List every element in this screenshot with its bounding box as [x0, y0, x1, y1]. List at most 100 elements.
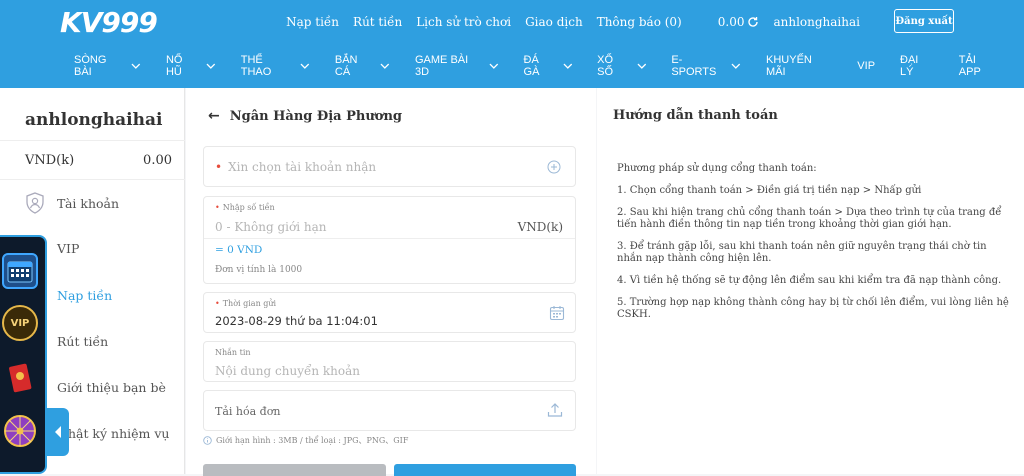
vip-badge-text: VIP [10, 317, 30, 329]
account-placeholder: Xin chọn tài khoản nhận [228, 160, 377, 174]
nav-item-6[interactable]: XỔ SỐ [597, 54, 646, 78]
sidebar-item-withdraw[interactable]: Rút tiền [57, 334, 108, 349]
note-input[interactable]: Nội dung chuyển khoản [215, 364, 360, 378]
deposit-time-field[interactable]: • Thời gian gửi 2023-08-29 thứ ba 11:04:0… [203, 292, 576, 333]
nav-item-label: KHUYẾN MÃI [766, 54, 812, 78]
receiving-account-select[interactable]: • Xin chọn tài khoản nhận [203, 146, 576, 187]
note-label: Nhắn tin [215, 348, 251, 357]
nav-item-3[interactable]: BẮN CÁ [335, 54, 390, 78]
nav-item-1[interactable]: NỔ HŨ [166, 54, 216, 78]
account-field: • Xin chọn tài khoản nhận [215, 160, 376, 174]
guide-step: 1. Chọn cổng thanh toán > Điền giá trị t… [617, 185, 922, 196]
floating-promo-panel: VIP [0, 235, 47, 474]
header-balance-value: 0.00 [717, 15, 745, 29]
upload-hint-row: Giới hạn hình : 3MB / thể loại : JPG、PNG… [203, 435, 408, 446]
sidebar-balance-row: VND(k) 0.00 [0, 140, 185, 180]
nav-item-label: NỔ HŨ [165, 54, 183, 78]
back-button[interactable]: ← Ngân Hàng Địa Phương [208, 108, 402, 124]
site-logo[interactable]: KV999 [60, 3, 158, 41]
nav-item-label: THỂ THAO [240, 54, 272, 78]
logo-text: KV999 [60, 5, 158, 39]
converted-amount: = 0 VND [215, 244, 263, 256]
sidebar-item-referral[interactable]: Giới thiệu bạn bè [57, 380, 166, 395]
sidebar-item-deposit[interactable]: Nạp tiền [57, 288, 112, 303]
main-nav: SÒNG BÀI NỔ HŨ THỂ THAO BẮN CÁ GAME BÀI 3D ĐÁ… [0, 44, 1024, 88]
notifications-link[interactable]: Thông báo (0) [597, 15, 682, 29]
refresh-icon[interactable] [747, 16, 759, 28]
chevron-down-icon [380, 63, 390, 69]
payment-guide-panel: Hướng dẫn thanh toán Phương pháp sử dụng… [597, 88, 1024, 474]
header-username[interactable]: anhlonghaihai [773, 15, 860, 29]
chevron-down-icon [131, 63, 141, 69]
reset-button[interactable] [203, 464, 386, 476]
deposit-form-panel: ← Ngân Hàng Địa Phương • Xin chọn tài kho… [186, 88, 596, 476]
calendar-icon[interactable] [549, 305, 565, 321]
chevron-down-icon [731, 63, 741, 69]
caret-left-icon [55, 426, 61, 438]
sidebar-item-account[interactable]: Tài khoản [25, 192, 119, 214]
red-envelope-icon[interactable] [2, 359, 38, 395]
nav-item-label: BẮN CÁ [334, 54, 358, 78]
transactions-link[interactable]: Giao dịch [525, 15, 583, 29]
deposit-link[interactable]: Nạp tiền [286, 15, 339, 29]
nav-item-10[interactable]: ĐẠI LÝ [900, 54, 934, 78]
lucky-wheel-icon[interactable] [2, 413, 38, 449]
nav-item-2[interactable]: THỂ THAO [241, 54, 310, 78]
top-header: KV999 Nạp tiền Rút tiền Lịch sử trò chơi… [0, 0, 1024, 44]
guide-step: 4. Vì tiền hệ thống sẽ tự động lên điểm … [617, 275, 1002, 286]
logout-button[interactable]: Đăng xuất [894, 9, 954, 33]
plus-circle-icon[interactable] [547, 160, 561, 174]
upload-label: Tải hóa đơn [215, 405, 281, 418]
amount-label-row: • Nhập số tiền [215, 203, 275, 212]
nav-item-0[interactable]: SÒNG BÀI [74, 54, 141, 78]
chevron-down-icon [637, 63, 646, 69]
withdraw-link[interactable]: Rút tiền [353, 15, 402, 29]
required-marker: • [215, 160, 223, 174]
sidebar-item-vip[interactable]: VIP [57, 241, 79, 256]
top-links: Nạp tiền Rút tiền Lịch sử trò chơi Giao … [272, 0, 954, 44]
calendar-icon[interactable] [2, 253, 38, 289]
upload-hint: Giới hạn hình : 3MB / thể loại : JPG、PNG… [216, 436, 409, 445]
chevron-down-icon [489, 63, 499, 69]
upload-icon[interactable] [547, 402, 563, 418]
amount-label: Nhập số tiền [222, 203, 275, 212]
nav-item-label: SÒNG BÀI [74, 54, 107, 78]
nav-item-5[interactable]: ĐÁ GÀ [524, 54, 573, 78]
chevron-down-icon [300, 63, 310, 69]
nav-item-label: ĐẠI LÝ [900, 54, 919, 78]
nav-item-4[interactable]: GAME BÀI 3D [415, 54, 499, 78]
submit-button[interactable] [394, 464, 576, 476]
guide-content: Phương pháp sử dụng cổng thanh toán: 1. … [617, 163, 1012, 331]
divider [204, 238, 575, 239]
nav-item-9[interactable]: VIP [857, 60, 875, 72]
message-field[interactable]: Nhắn tin Nội dung chuyển khoản [203, 341, 576, 382]
form-title: Ngân Hàng Địa Phương [229, 108, 403, 124]
guide-title: Hướng dẫn thanh toán [613, 108, 778, 123]
shield-user-icon [26, 192, 44, 214]
time-value: 2023-08-29 thứ ba 11:04:01 [215, 314, 378, 328]
chevron-down-icon [562, 63, 572, 69]
arrow-left-icon: ← [208, 108, 220, 124]
sidebar-item-account-label: Tài khoản [57, 195, 120, 211]
required-marker: • [215, 299, 220, 308]
time-label: Thời gian gửi [222, 299, 277, 308]
sidebar-item-mission-log[interactable]: Nhật ký nhiệm vụ [57, 426, 169, 441]
nav-item-7[interactable]: E-SPORTS [671, 54, 741, 78]
sidebar-currency: VND(k) [25, 152, 75, 168]
collapse-panel-button[interactable] [47, 408, 69, 456]
guide-intro: Phương pháp sử dụng cổng thanh toán: [617, 163, 817, 174]
game-history-link[interactable]: Lịch sử trò chơi [416, 15, 511, 29]
amount-field: • Nhập số tiền 0 - Không giới hạn VND(k) … [203, 196, 576, 284]
amount-input[interactable]: 0 - Không giới hạn [215, 220, 326, 234]
upload-receipt-field[interactable]: Tải hóa đơn [203, 390, 576, 431]
nav-item-8[interactable]: KHUYẾN MÃI [766, 54, 832, 78]
nav-item-11[interactable]: TẢI APP [959, 54, 999, 78]
nav-item-label: GAME BÀI 3D [415, 54, 469, 78]
unit-note: Đơn vị tính là 1000 [215, 265, 303, 275]
amount-unit: VND(k) [517, 220, 563, 234]
chevron-down-icon [206, 63, 216, 69]
vip-badge-icon[interactable]: VIP [2, 305, 38, 341]
sidebar-balance: 0.00 [143, 152, 172, 168]
nav-item-label: VIP [857, 60, 876, 72]
info-icon [203, 436, 212, 445]
